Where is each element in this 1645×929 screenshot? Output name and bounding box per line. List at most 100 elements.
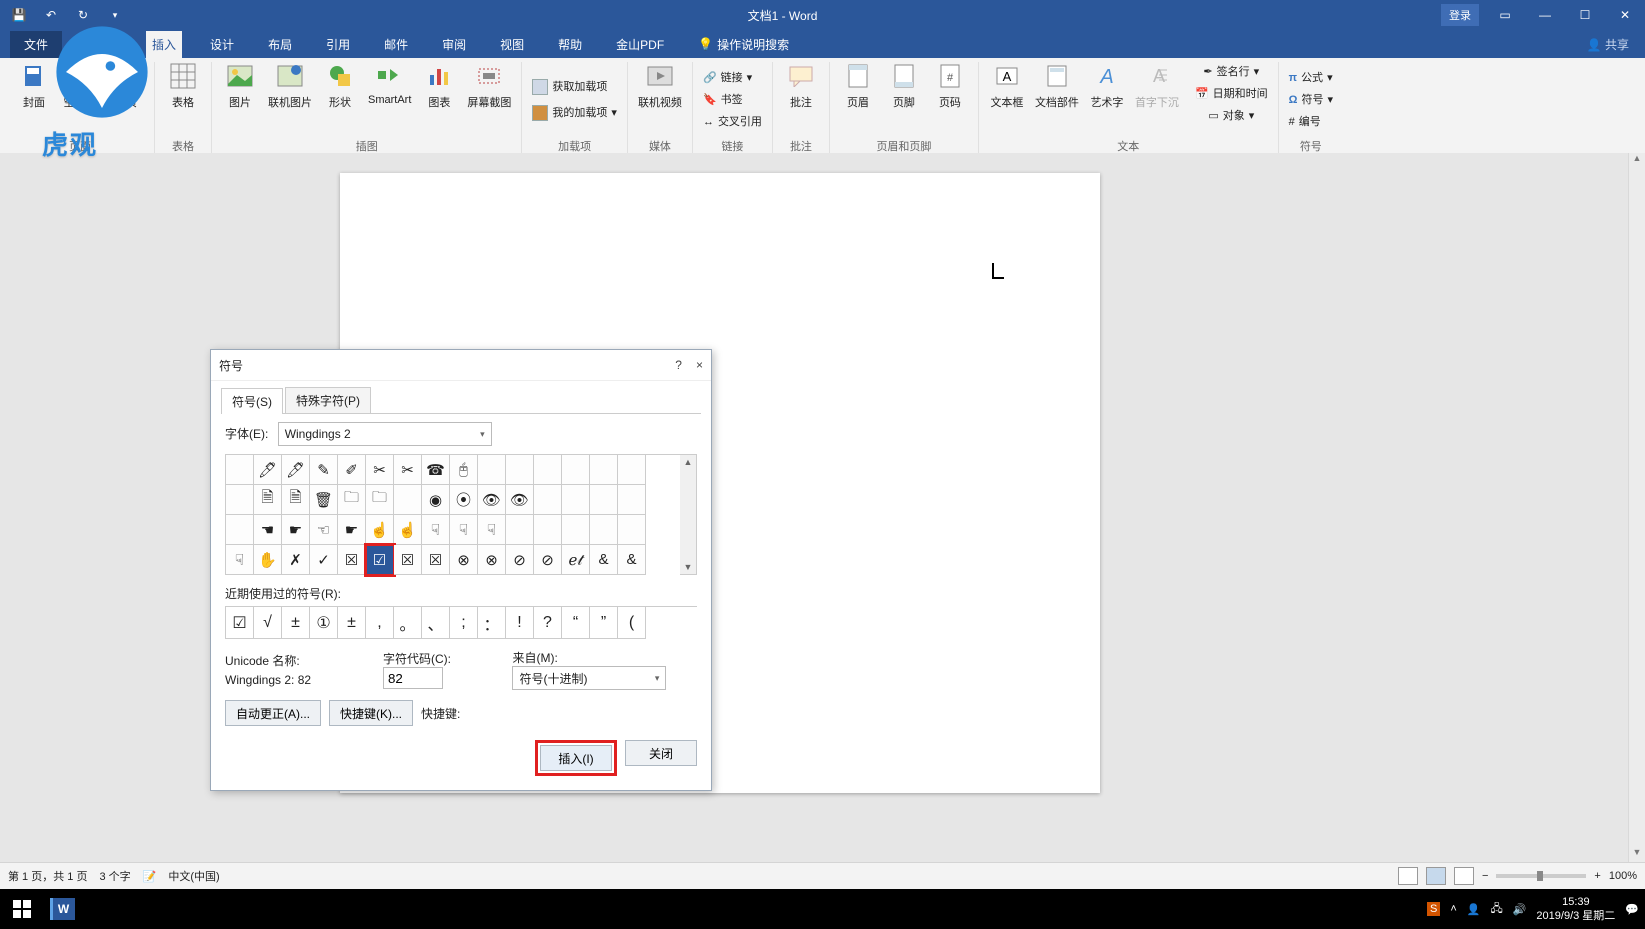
proofing-icon[interactable]: 📝 (143, 870, 157, 883)
scroll-down-icon[interactable]: ▼ (684, 560, 693, 574)
symbol-cell[interactable]: 🖰 (450, 455, 478, 485)
symbol-cell[interactable]: ✋ (254, 545, 282, 575)
my-addins-button[interactable]: 我的加载项 ▾ (532, 103, 617, 123)
shortcut-key-button[interactable]: 快捷键(K)... (329, 700, 413, 726)
symbol-cell[interactable]: 👁 (478, 485, 506, 515)
minimize-icon[interactable]: — (1525, 0, 1565, 30)
symbol-cell[interactable]: ☜ (310, 515, 338, 545)
vertical-scrollbar[interactable]: ▲ ▼ (1628, 153, 1645, 863)
symbol-cell[interactable] (562, 515, 590, 545)
tab-help[interactable]: 帮助 (552, 31, 588, 58)
symbol-cell[interactable]: ☚ (254, 515, 282, 545)
page-number-button[interactable]: #页码 (932, 62, 968, 110)
symbol-cell[interactable]: & (590, 545, 618, 575)
screenshot-button[interactable]: 屏幕截图 (467, 62, 511, 110)
recent-symbol-cell[interactable]: 。 (394, 607, 422, 639)
symbol-cell[interactable]: ☟ (478, 515, 506, 545)
recent-symbol-cell[interactable]: ! (506, 607, 534, 639)
symbol-cell[interactable] (590, 515, 618, 545)
save-icon[interactable]: 💾 (10, 8, 28, 22)
symbol-cell[interactable] (226, 515, 254, 545)
symbol-cell[interactable]: ☝ (366, 515, 394, 545)
signature-line-button[interactable]: ✒签名行 ▾ (1203, 62, 1259, 82)
recent-symbol-cell[interactable]: ± (282, 607, 310, 639)
online-video-button[interactable]: 联机视频 (638, 62, 682, 110)
autocorrect-button[interactable]: 自动更正(A)... (225, 700, 321, 726)
symbol-grid-scrollbar[interactable]: ▲ ▼ (680, 454, 697, 575)
symbol-cell[interactable] (394, 485, 422, 515)
recent-symbol-cell[interactable]: √ (254, 607, 282, 639)
symbol-cell[interactable]: 🗎 (282, 485, 310, 515)
qat-more-icon[interactable]: ▾ (106, 10, 124, 21)
symbol-cell[interactable]: 🖊 (254, 455, 282, 485)
maximize-icon[interactable]: ☐ (1565, 0, 1605, 30)
symbol-cell[interactable]: ℯ𝓉 (562, 545, 590, 575)
recent-symbol-cell[interactable]: ? (534, 607, 562, 639)
volume-icon[interactable]: 🔊 (1513, 903, 1527, 916)
symbol-cell[interactable] (478, 455, 506, 485)
symbol-cell[interactable]: 🗎 (254, 485, 282, 515)
view-print-button[interactable] (1426, 867, 1446, 885)
tab-reference[interactable]: 引用 (320, 31, 356, 58)
footer-button[interactable]: 页脚 (886, 62, 922, 110)
object-button[interactable]: ▭对象 ▾ (1208, 106, 1254, 126)
view-web-button[interactable] (1454, 867, 1474, 885)
recent-symbol-cell[interactable]: ; (450, 607, 478, 639)
tab-layout[interactable]: 布局 (262, 31, 298, 58)
symbol-cell[interactable]: ☛ (282, 515, 310, 545)
wordart-button[interactable]: A艺术字 (1089, 62, 1125, 110)
close-icon[interactable]: ✕ (1605, 0, 1645, 30)
datetime-button[interactable]: 📅日期和时间 (1195, 84, 1268, 104)
zoom-level[interactable]: 100% (1609, 870, 1637, 882)
symbol-cell[interactable]: 🗀 (366, 485, 394, 515)
dropcap-button[interactable]: A首字下沉 (1135, 62, 1179, 110)
symbol-cell[interactable] (534, 515, 562, 545)
textbox-button[interactable]: A文本框 (989, 62, 1025, 110)
tab-design[interactable]: 设计 (204, 31, 240, 58)
symbol-cell[interactable]: & (618, 545, 646, 575)
symbol-cell[interactable]: ⊘ (534, 545, 562, 575)
status-language[interactable]: 中文(中国) (168, 868, 219, 884)
tab-insert[interactable]: 插入 (146, 31, 182, 58)
scroll-down-icon[interactable]: ▼ (1629, 847, 1645, 863)
symbol-cell[interactable]: ◉ (422, 485, 450, 515)
status-wordcount[interactable]: 3 个字 (99, 868, 130, 884)
symbol-cell[interactable]: ⊗ (478, 545, 506, 575)
symbol-cell[interactable]: ✂ (394, 455, 422, 485)
get-addins-button[interactable]: 获取加载项 (532, 77, 607, 97)
symbol-cell[interactable]: ☒ (422, 545, 450, 575)
shapes-button[interactable]: 形状 (322, 62, 358, 110)
equation-button[interactable]: π公式 ▾ (1289, 68, 1333, 88)
recent-symbol-cell[interactable]: ± (338, 607, 366, 639)
tab-jspdf[interactable]: 金山PDF (610, 31, 670, 58)
symbol-cell[interactable] (618, 485, 646, 515)
symbol-cell[interactable] (590, 485, 618, 515)
view-read-button[interactable] (1398, 867, 1418, 885)
recent-symbol-cell[interactable]: ☑ (226, 607, 254, 639)
zoom-in-button[interactable]: + (1594, 870, 1600, 882)
scroll-up-icon[interactable]: ▲ (1629, 153, 1645, 169)
symbol-cell[interactable]: ☛ (338, 515, 366, 545)
zoom-slider[interactable] (1496, 874, 1586, 878)
symbol-cell[interactable] (534, 485, 562, 515)
insert-button[interactable]: 插入(I) (540, 745, 612, 771)
number-button[interactable]: #编号 (1289, 112, 1321, 132)
symbol-cell[interactable]: ☟ (450, 515, 478, 545)
people-icon[interactable]: 👤 (1467, 903, 1481, 916)
tray-overflow-icon[interactable]: ˄ (1450, 903, 1456, 915)
chart-button[interactable]: 图表 (421, 62, 457, 110)
symbol-cell[interactable]: ☟ (226, 545, 254, 575)
tab-mail[interactable]: 邮件 (378, 31, 414, 58)
symbol-cell[interactable]: ✗ (282, 545, 310, 575)
tab-review[interactable]: 审阅 (436, 31, 472, 58)
symbol-button[interactable]: Ω符号 ▾ (1289, 90, 1333, 110)
symbol-cell[interactable] (506, 515, 534, 545)
header-button[interactable]: 页眉 (840, 62, 876, 110)
recent-symbol-cell[interactable]: ① (310, 607, 338, 639)
zoom-out-button[interactable]: − (1482, 870, 1488, 882)
symbol-cell[interactable]: ☒ (338, 545, 366, 575)
symbol-cell[interactable]: ☟ (422, 515, 450, 545)
symbol-cell[interactable] (534, 455, 562, 485)
symbol-cell[interactable]: ⦿ (450, 485, 478, 515)
task-word[interactable]: W (42, 893, 82, 925)
